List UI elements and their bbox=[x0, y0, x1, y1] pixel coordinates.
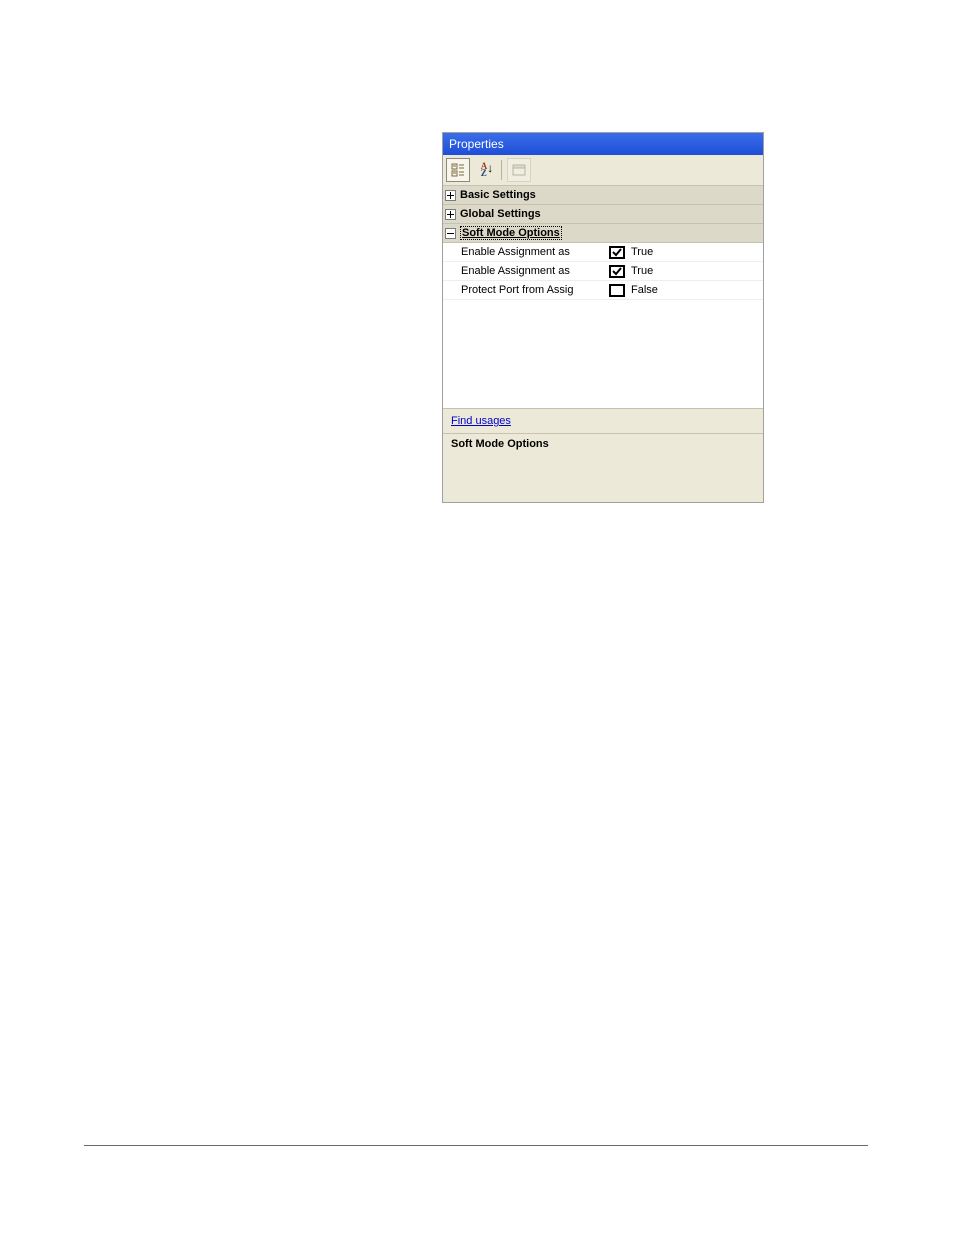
checkbox[interactable] bbox=[609, 284, 625, 297]
find-usages-link[interactable]: Find usages bbox=[451, 415, 511, 427]
property-value-text: False bbox=[631, 284, 658, 296]
description-title: Soft Mode Options bbox=[451, 438, 549, 450]
category-label: Basic Settings bbox=[460, 189, 536, 201]
property-grid: Basic Settings Global Settings Soft Mode… bbox=[443, 186, 763, 408]
property-value-text: True bbox=[631, 246, 653, 258]
description-section: Soft Mode Options bbox=[443, 433, 763, 502]
properties-panel: Properties AZ↓ bbox=[442, 132, 764, 503]
links-section: Find usages bbox=[443, 408, 763, 433]
category-label: Soft Mode Options bbox=[460, 226, 562, 240]
category-basic-settings[interactable]: Basic Settings bbox=[443, 186, 763, 205]
footer-divider bbox=[84, 1145, 868, 1146]
checkbox[interactable] bbox=[609, 246, 625, 259]
property-name: Enable Assignment as bbox=[443, 265, 609, 277]
property-value[interactable]: False bbox=[609, 284, 763, 297]
categorized-button[interactable] bbox=[446, 158, 470, 182]
property-row[interactable]: Enable Assignment as True bbox=[443, 243, 763, 262]
alphabetical-icon: AZ↓ bbox=[481, 163, 488, 177]
category-soft-mode-options[interactable]: Soft Mode Options bbox=[443, 224, 763, 243]
toolbar-separator bbox=[501, 160, 502, 180]
property-value[interactable]: True bbox=[609, 246, 763, 259]
property-row[interactable]: Enable Assignment as True bbox=[443, 262, 763, 281]
property-name: Protect Port from Assig bbox=[443, 284, 609, 296]
property-row[interactable]: Protect Port from Assig False bbox=[443, 281, 763, 300]
collapse-icon[interactable] bbox=[445, 228, 456, 239]
alphabetical-button[interactable]: AZ↓ bbox=[472, 158, 496, 182]
category-label: Global Settings bbox=[460, 208, 541, 220]
categorized-icon bbox=[451, 163, 465, 177]
property-pages-button[interactable] bbox=[507, 158, 531, 182]
toolbar: AZ↓ bbox=[443, 155, 763, 186]
property-pages-icon bbox=[512, 164, 526, 176]
property-value[interactable]: True bbox=[609, 265, 763, 278]
property-value-text: True bbox=[631, 265, 653, 277]
category-global-settings[interactable]: Global Settings bbox=[443, 205, 763, 224]
property-name: Enable Assignment as bbox=[443, 246, 609, 258]
panel-title-text: Properties bbox=[449, 137, 504, 151]
expand-icon[interactable] bbox=[445, 190, 456, 201]
expand-icon[interactable] bbox=[445, 209, 456, 220]
panel-title: Properties bbox=[443, 133, 763, 155]
checkbox[interactable] bbox=[609, 265, 625, 278]
